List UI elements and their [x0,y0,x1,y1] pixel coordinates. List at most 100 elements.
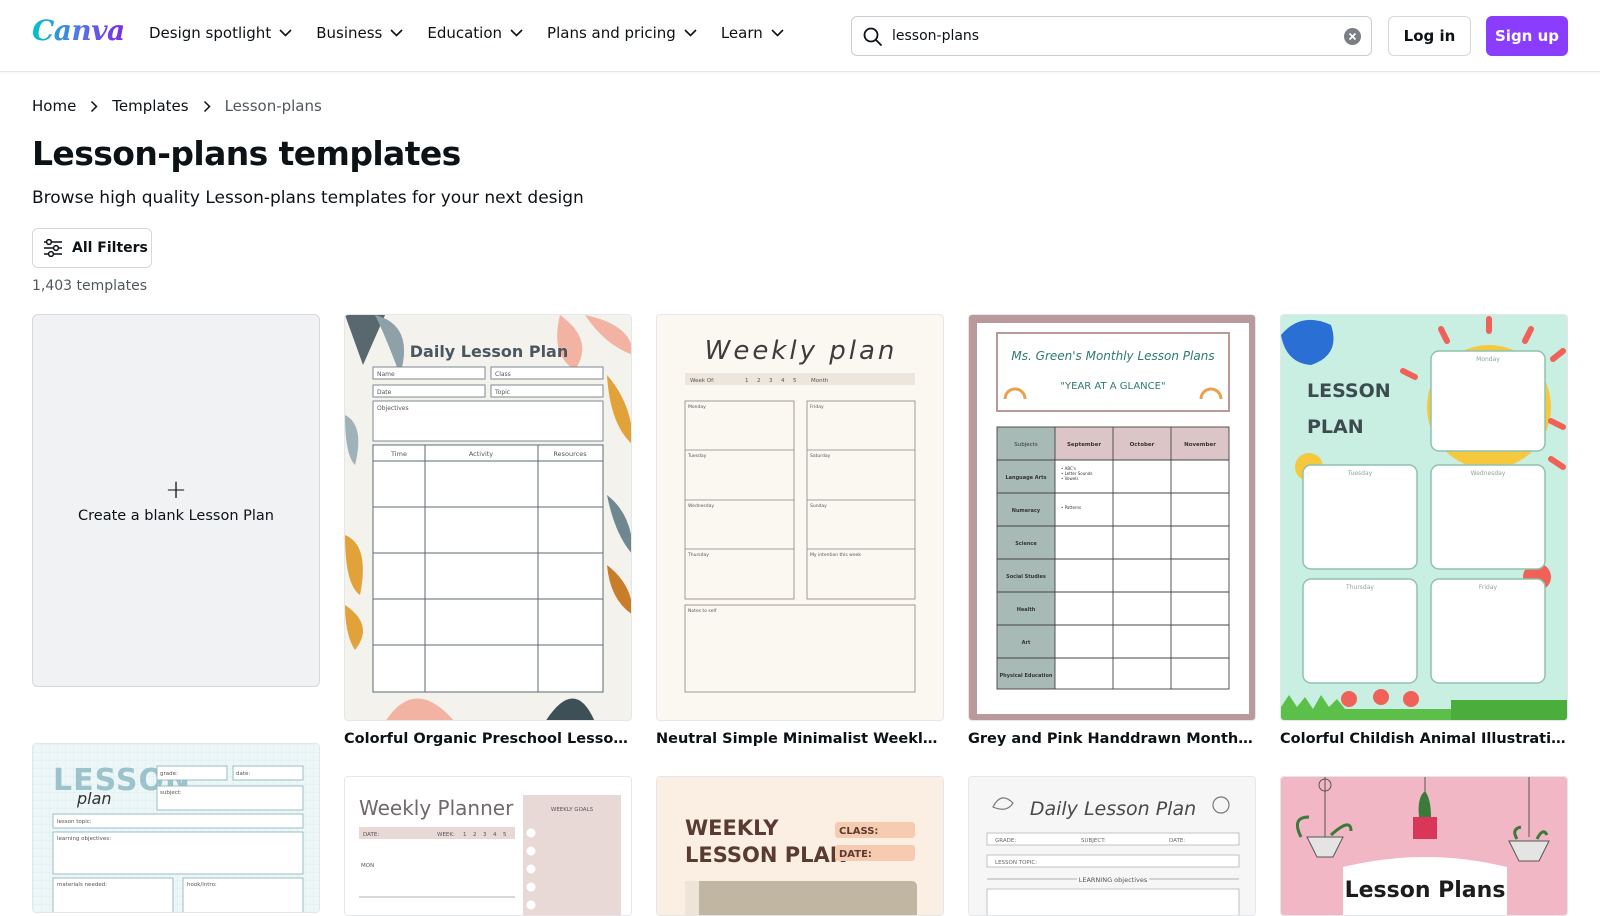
search-box [851,16,1372,56]
template-title[interactable]: Neutral Simple Minimalist Weekly Lesson … [656,731,944,747]
thumbnail-art: WEEKLY LESSON PLAN CLASS: DATE: [657,777,943,915]
template-thumbnail[interactable]: WEEKLY LESSON PLAN CLASS: DATE: [656,776,944,916]
template-thumbnail[interactable]: Daily Lesson Plan Name Class Date Topic … [344,314,632,721]
thumb-subject: Art [1022,640,1031,646]
thumb-label: 4 [781,378,785,384]
login-button[interactable]: Log in [1388,16,1471,56]
thumb-field: lesson topic: [57,819,92,825]
nav-label: Education [427,24,503,42]
breadcrumb-templates[interactable]: Templates [112,97,188,115]
thumb-label: DATE: [363,832,379,838]
thumb-label: 1 [463,832,467,838]
thumb-column: Activity [469,450,493,458]
thumb-field: Objectives [377,405,409,412]
thumbnail-art: Daily Lesson Plan Name Class Date Topic … [345,315,631,720]
thumb-subject: Health [1017,607,1036,613]
thumb-subject: Numeracy [1012,508,1041,514]
thumb-label: 5 [503,832,507,838]
canva-logo[interactable]: Canva [32,14,125,47]
nav-learn[interactable]: Learn [721,24,784,42]
thumb-heading: Weekly Planner [359,796,514,820]
template-thumbnail[interactable]: LESSON plan grade: date: subject: lesson… [32,743,320,913]
nav-label: Business [316,24,383,42]
template-thumbnail[interactable]: LESSON PLAN Monday Tuesday Wednesday Thu… [1280,314,1568,721]
thumb-label: 3 [769,378,773,384]
template-thumbnail[interactable]: Weekly Planner WEEKLY GOALS DATE: WEEK: … [344,776,632,916]
thumb-label: Wednesday [688,503,714,509]
thumbnail-art: Ms. Green's Monthly Lesson Plans "YEAR A… [969,315,1255,720]
breadcrumb: Home Templates Lesson-plans [32,97,322,115]
clear-search-icon[interactable] [1344,28,1361,45]
nav-plans-pricing[interactable]: Plans and pricing [547,24,697,42]
template-thumbnail[interactable]: Daily Lesson Plan GRADE: SUBJECT: DATE: … [968,776,1256,916]
template-title[interactable]: Grey and Pink Handdrawn Monthly Lesson P… [968,731,1256,747]
chevron-down-icon [684,29,697,37]
search-icon [863,27,882,46]
thumb-label: Friday [810,404,824,410]
breadcrumb-home[interactable]: Home [32,97,76,115]
thumb-column: Time [390,450,407,458]
thumbnail-art: Weekly Planner WEEKLY GOALS DATE: WEEK: … [345,777,631,915]
main-nav: Design spotlight Business Education Plan… [149,24,808,42]
thumb-field: date: [236,771,250,777]
thumb-heading: Daily Lesson Plan [1030,798,1196,820]
thumb-label: Sunday [810,503,827,509]
thumb-heading: Lesson Plans [1345,878,1506,903]
thumb-label: 5 [793,378,797,384]
thumb-heading: Ms. Green's Monthly Lesson Plans [1011,349,1214,363]
thumb-heading: plan [76,789,112,808]
thumb-label: Month [811,378,829,384]
thumb-label: 2 [757,378,761,384]
nav-label: Plans and pricing [547,24,676,42]
nav-education[interactable]: Education [427,24,523,42]
create-blank-label: Create a blank Lesson Plan [78,507,274,524]
nav-label: Learn [720,24,763,42]
template-thumbnail[interactable]: Weekly plan Week Of: 1 2 3 4 5 Month Mon… [656,314,944,721]
thumb-day: Wednesday [1471,470,1506,477]
page-title: Lesson-plans templates [32,134,461,173]
create-blank-card[interactable]: + Create a blank Lesson Plan [32,314,320,687]
thumb-column: November [1184,442,1216,448]
template-title[interactable]: Colorful Organic Preschool Lesson Plan [344,731,632,747]
thumbnail-art: Weekly plan Week Of: 1 2 3 4 5 Month Mon… [657,315,943,720]
thumb-day: Monday [1476,356,1500,363]
template-title[interactable]: Colorful Childish Animal Illustration Le… [1280,731,1568,747]
template-thumbnail[interactable]: Ms. Green's Monthly Lesson Plans "YEAR A… [968,314,1256,721]
page-subtitle: Browse high quality Lesson-plans templat… [32,188,584,208]
thumb-field: subject: [160,790,182,796]
chevron-down-icon [390,29,403,37]
template-count: 1,403 templates [32,278,148,294]
template-thumbnail[interactable]: Lesson Plans [1280,776,1568,916]
thumb-field: materials needed: [57,882,107,888]
nav-business[interactable]: Business [316,24,403,42]
signup-button[interactable]: Sign up [1486,16,1568,56]
thumb-label: WEEKLY GOALS [551,807,594,813]
chevron-right-icon [90,100,98,113]
nav-design-spotlight[interactable]: Design spotlight [149,24,292,42]
thumb-label: CLASS: [839,826,878,837]
thumb-field: Name [377,371,395,378]
thumb-label: Notes to self [688,608,717,614]
thumbnail-art: Lesson Plans [1281,777,1567,915]
thumb-column: September [1067,442,1101,448]
thumb-label: 1 [745,378,749,384]
thumb-label: Monday [688,404,706,410]
search-input[interactable] [892,25,1322,47]
thumb-label: WEEK: [437,832,455,838]
chevron-down-icon [510,29,523,37]
thumb-field: SUBJECT: [1081,838,1106,844]
thumbnail-art: Daily Lesson Plan GRADE: SUBJECT: DATE: … [969,777,1255,915]
thumb-subject: Language Arts [1005,475,1046,481]
plus-icon: + [165,474,187,505]
chevron-down-icon [771,29,784,37]
thumb-column: Resources [553,450,587,458]
thumb-day: Friday [1479,584,1498,591]
all-filters-button[interactable]: All Filters [32,228,152,268]
thumbnail-art: LESSON plan grade: date: subject: lesson… [33,744,319,912]
thumb-field: Topic [494,389,510,396]
thumb-label: LEARNING objectives [1079,876,1148,884]
thumb-heading: LESSON [1307,380,1391,402]
thumb-day: Thursday [1345,584,1374,591]
nav-label: Design spotlight [149,24,272,42]
thumb-label: 2 [473,832,477,838]
